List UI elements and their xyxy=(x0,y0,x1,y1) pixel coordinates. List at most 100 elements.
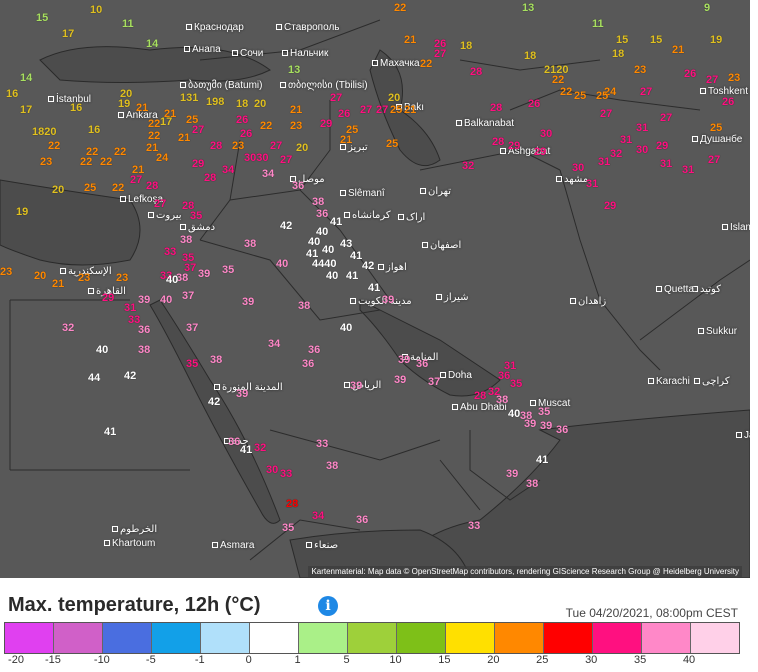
temperature-value[interactable]: 15 xyxy=(650,34,662,46)
temperature-value[interactable]: 25 xyxy=(186,114,198,126)
temperature-value[interactable]: 27 xyxy=(660,112,672,124)
temperature-value[interactable]: 29 xyxy=(508,140,520,152)
temperature-value[interactable]: 33 xyxy=(164,246,176,258)
temperature-value[interactable]: 26 xyxy=(528,98,540,110)
temperature-value[interactable]: 16 xyxy=(88,124,100,136)
temperature-value[interactable]: 25 xyxy=(84,182,96,194)
info-icon[interactable]: i xyxy=(318,596,338,616)
temperature-value[interactable]: 22 xyxy=(80,156,92,168)
temperature-value[interactable]: 27 xyxy=(708,154,720,166)
temperature-value[interactable]: 18 xyxy=(236,98,248,110)
temperature-value[interactable]: 26 xyxy=(338,108,350,120)
temperature-value[interactable]: 40 xyxy=(166,274,178,286)
temperature-value[interactable]: 26 xyxy=(684,68,696,80)
temperature-value[interactable]: 31 xyxy=(660,158,672,170)
temperature-value[interactable]: 39 xyxy=(506,468,518,480)
temperature-value[interactable]: 30 xyxy=(266,464,278,476)
temperature-value[interactable]: 10 xyxy=(90,4,102,16)
temperature-value[interactable]: 35 xyxy=(190,210,202,222)
temperature-value[interactable]: 38 xyxy=(496,394,508,406)
temperature-value[interactable]: 36 xyxy=(308,344,320,356)
temperature-value[interactable]: 18 xyxy=(524,50,536,62)
temperature-value[interactable]: 40 xyxy=(340,322,352,334)
temperature-value[interactable]: 43 xyxy=(340,238,352,250)
temperature-value[interactable]: 39 xyxy=(394,374,406,386)
temperature-value[interactable]: 41 xyxy=(330,216,342,228)
temperature-value[interactable]: 17 xyxy=(160,116,172,128)
temperature-value[interactable]: 38 xyxy=(526,478,538,490)
temperature-value[interactable]: 40 xyxy=(326,270,338,282)
temperature-value[interactable]: 42 xyxy=(124,370,136,382)
temperature-value[interactable]: 32 xyxy=(462,160,474,172)
temperature-value[interactable]: 27 xyxy=(376,104,388,116)
temperature-value[interactable]: 27 xyxy=(130,174,142,186)
temperature-value[interactable]: 23 xyxy=(728,72,740,84)
temperature-value[interactable]: 33 xyxy=(468,520,480,532)
temperature-value[interactable]: 38 xyxy=(298,300,310,312)
temperature-value[interactable]: 41 xyxy=(368,282,380,294)
temperature-value[interactable]: 21 xyxy=(404,34,416,46)
temperature-value[interactable]: 34 xyxy=(222,164,234,176)
temperature-value[interactable]: 41 xyxy=(104,426,116,438)
temperature-value[interactable]: 13 xyxy=(522,2,534,14)
temperature-value[interactable]: 29 xyxy=(534,146,546,158)
temperature-value[interactable]: 31 xyxy=(598,156,610,168)
temperature-value[interactable]: 38 xyxy=(180,234,192,246)
temperature-value[interactable]: 22 xyxy=(114,146,126,158)
temperature-value[interactable]: 35 xyxy=(538,406,550,418)
temperature-value[interactable]: 28 xyxy=(146,180,158,192)
temperature-value[interactable]: 39 xyxy=(138,294,150,306)
temperature-value[interactable]: 20 xyxy=(34,270,46,282)
temperature-value[interactable]: 33 xyxy=(280,468,292,480)
temperature-value[interactable]: 23 xyxy=(232,140,244,152)
temperature-value[interactable]: 3030 xyxy=(244,152,268,164)
temperature-value[interactable]: 30 xyxy=(572,162,584,174)
temperature-value[interactable]: 21 xyxy=(178,132,190,144)
temperature-value[interactable]: 23 xyxy=(634,64,646,76)
temperature-value[interactable]: 31 xyxy=(682,164,694,176)
temperature-value[interactable]: 22 xyxy=(560,86,572,98)
temperature-value[interactable]: 31 xyxy=(636,122,648,134)
temperature-value[interactable]: 16 xyxy=(6,88,18,100)
temperature-value[interactable]: 34 xyxy=(268,338,280,350)
temperature-value[interactable]: 36 xyxy=(416,358,428,370)
temperature-value[interactable]: 28 xyxy=(286,498,298,510)
temperature-value[interactable]: 40 xyxy=(96,344,108,356)
temperature-value[interactable]: 29 xyxy=(604,200,616,212)
temperature-value[interactable]: 131 xyxy=(180,92,198,104)
temperature-value[interactable]: 37 xyxy=(182,290,194,302)
temperature-value[interactable]: 31 xyxy=(124,302,136,314)
temperature-value[interactable]: 25 xyxy=(574,90,586,102)
temperature-value[interactable]: 15 xyxy=(36,12,48,24)
temperature-value[interactable]: 22 xyxy=(112,182,124,194)
temperature-value[interactable]: 32 xyxy=(610,148,622,160)
temperature-value[interactable]: 42 xyxy=(280,220,292,232)
temperature-value[interactable]: 22 xyxy=(48,140,60,152)
temperature-value[interactable]: 29 xyxy=(192,158,204,170)
temperature-value[interactable]: 11 xyxy=(122,18,134,30)
temperature-value[interactable]: 39 xyxy=(242,296,254,308)
temperature-value[interactable]: 19 xyxy=(710,34,722,46)
temperature-value[interactable]: 31 xyxy=(586,178,598,190)
temperature-value[interactable]: 40 xyxy=(308,236,320,248)
temperature-value[interactable]: 35 xyxy=(222,264,234,276)
temperature-value[interactable]: 39 xyxy=(524,418,536,430)
temperature-value[interactable]: 42 xyxy=(362,260,374,272)
temperature-value[interactable]: 39 xyxy=(398,354,410,366)
temperature-value[interactable]: 36 xyxy=(356,514,368,526)
temperature-value[interactable]: 25 xyxy=(596,90,608,102)
temperature-value[interactable]: 41 xyxy=(536,454,548,466)
temperature-value[interactable]: 41 xyxy=(350,250,362,262)
temperature-value[interactable]: 38 xyxy=(210,354,222,366)
temperature-value[interactable]: 21 xyxy=(672,44,684,56)
temperature-value[interactable]: 21 xyxy=(404,104,416,116)
temperature-value[interactable]: 30 xyxy=(636,144,648,156)
temperature-value[interactable]: 39 xyxy=(382,294,394,306)
temperature-value[interactable]: 28 xyxy=(210,140,222,152)
temperature-value[interactable]: 28 xyxy=(204,172,216,184)
temperature-value[interactable]: 17 xyxy=(62,28,74,40)
weather-map[interactable]: Краснодар Ставрополь Анапа Сочи Нальчик Махач… xyxy=(0,0,750,578)
temperature-value[interactable]: 38 xyxy=(312,196,324,208)
temperature-value[interactable]: 17 xyxy=(20,104,32,116)
temperature-value[interactable]: 23 xyxy=(0,266,12,278)
